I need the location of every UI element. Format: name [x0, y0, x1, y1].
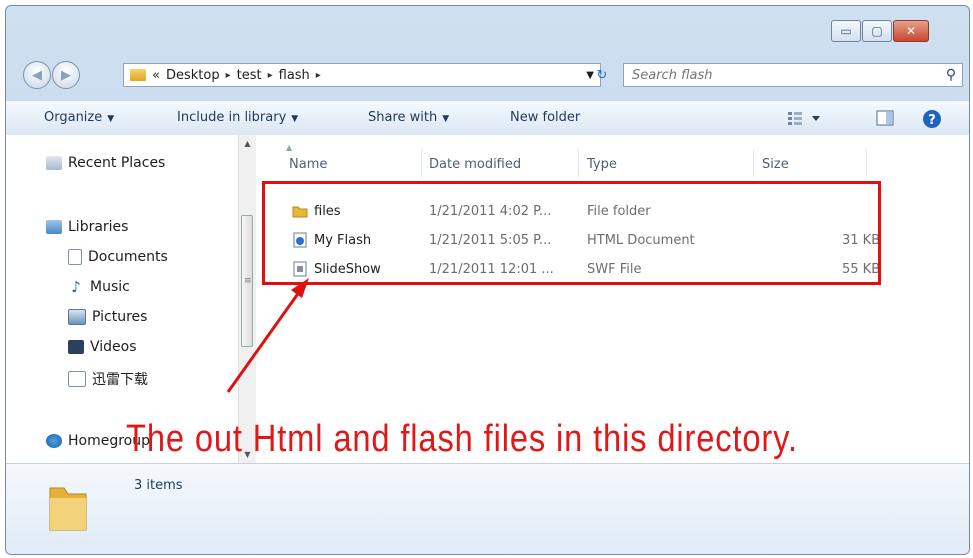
- address-bar[interactable]: « Desktop ▸ test ▸ flash ▸ ▼: [123, 63, 601, 87]
- column-divider[interactable]: [578, 149, 579, 177]
- column-divider[interactable]: [753, 149, 754, 177]
- breadcrumb-separator-icon[interactable]: ▸: [316, 70, 321, 81]
- nav-item-videos[interactable]: Videos: [68, 339, 137, 355]
- chevron-down-icon: ▼: [442, 114, 450, 124]
- maximize-button[interactable]: ▢: [862, 20, 892, 42]
- download-folder-icon: [68, 371, 86, 387]
- maximize-icon: ▢: [871, 24, 883, 38]
- include-in-library-button[interactable]: Include in library ▼: [177, 110, 298, 125]
- organize-label: Organize: [44, 110, 103, 125]
- minimize-button[interactable]: ▭: [831, 20, 861, 42]
- command-toolbar: Organize ▼ Include in library ▼ Share with…: [6, 100, 969, 136]
- nav-label: Pictures: [92, 309, 148, 325]
- search-box[interactable]: ⚲: [623, 63, 963, 87]
- music-icon: ♪: [71, 278, 81, 296]
- nav-item-documents[interactable]: Documents: [68, 249, 168, 265]
- nav-label: Libraries: [68, 219, 129, 235]
- folder-icon: [130, 69, 146, 81]
- breadcrumb-test[interactable]: test: [237, 68, 262, 83]
- nav-item-xunlei[interactable]: 迅雷下载: [68, 369, 148, 389]
- column-divider[interactable]: [866, 149, 867, 177]
- forward-arrow-icon: ▶: [61, 67, 71, 83]
- chevron-down-icon: ▼: [291, 114, 299, 124]
- scroll-up-icon[interactable]: ▲: [239, 135, 256, 152]
- pictures-icon: [68, 309, 86, 325]
- column-header-type[interactable]: Type: [587, 157, 617, 172]
- refresh-button[interactable]: ↻: [589, 63, 615, 87]
- search-icon[interactable]: ⚲: [940, 67, 962, 83]
- item-count: 3 items: [134, 478, 183, 493]
- videos-icon: [68, 340, 84, 354]
- refresh-icon: ↻: [596, 67, 608, 83]
- column-header-size[interactable]: Size: [762, 157, 789, 172]
- nav-item-pictures[interactable]: Pictures: [68, 309, 147, 325]
- documents-icon: [68, 249, 82, 265]
- share-with-button[interactable]: Share with ▼: [368, 110, 449, 125]
- nav-label: Documents: [88, 249, 168, 265]
- grip-icon: ≡: [244, 276, 252, 286]
- nav-item-music[interactable]: ♪ Music: [68, 279, 130, 295]
- search-input[interactable]: [624, 66, 940, 84]
- details-pane: 3 items: [6, 463, 969, 554]
- breadcrumb-separator-icon[interactable]: ▸: [268, 70, 273, 81]
- breadcrumb-flash[interactable]: flash: [279, 68, 310, 83]
- homegroup-icon: [46, 434, 62, 448]
- nav-label: Music: [90, 279, 130, 295]
- preview-pane-button[interactable]: [876, 109, 894, 131]
- navigation-pane: Recent Places Libraries Documents ♪ Musi…: [6, 135, 238, 463]
- annotation-text: The out Html and flash files in this dir…: [126, 418, 798, 460]
- nav-item-libraries[interactable]: Libraries: [46, 219, 128, 235]
- sort-ascending-icon: ▲: [286, 143, 293, 152]
- organize-button[interactable]: Organize ▼: [44, 110, 114, 125]
- back-button[interactable]: ◀: [23, 61, 51, 89]
- breadcrumb-desktop[interactable]: Desktop: [166, 68, 220, 83]
- share-label: Share with: [368, 110, 438, 125]
- nav-label: 迅雷下载: [92, 372, 148, 388]
- column-header-date[interactable]: Date modified: [429, 157, 521, 172]
- new-folder-button[interactable]: New folder: [510, 110, 580, 125]
- forward-button[interactable]: ▶: [52, 61, 80, 89]
- back-arrow-icon: ◀: [32, 67, 42, 83]
- close-icon: ✕: [905, 24, 917, 38]
- minimize-icon: ▭: [840, 24, 852, 38]
- nav-item-recent-places[interactable]: Recent Places: [46, 155, 165, 171]
- column-header-name[interactable]: Name: [289, 157, 327, 172]
- annotation-highlight-box: [262, 181, 881, 285]
- svg-text:?: ?: [928, 113, 936, 128]
- chevron-down-icon: ▼: [107, 114, 115, 124]
- include-label: Include in library: [177, 110, 287, 125]
- nav-label: Videos: [90, 339, 137, 355]
- view-options-button[interactable]: [786, 109, 826, 131]
- view-list-icon: [788, 112, 820, 125]
- preview-pane-icon: [876, 110, 894, 126]
- help-icon: ?: [923, 110, 941, 128]
- libraries-icon: [46, 220, 62, 234]
- help-button[interactable]: ?: [922, 109, 942, 133]
- column-divider[interactable]: [421, 149, 422, 177]
- recent-places-icon: [46, 156, 62, 170]
- folder-large-icon: [49, 487, 87, 531]
- address-row: ◀ ▶ « Desktop ▸ test ▸ flash ▸ ▼ ↻ ⚲: [6, 58, 969, 92]
- title-bar: ▭ ▢ ✕: [6, 6, 969, 54]
- nav-label: Recent Places: [68, 155, 166, 171]
- breadcrumb-separator-icon[interactable]: ▸: [226, 70, 231, 81]
- scroll-thumb[interactable]: ≡: [241, 215, 253, 347]
- nav-scrollbar[interactable]: ▲ ≡ ▼: [238, 135, 256, 463]
- breadcrumb-prefix[interactable]: «: [152, 68, 160, 83]
- new-folder-label: New folder: [510, 110, 581, 125]
- close-button[interactable]: ✕: [893, 20, 929, 42]
